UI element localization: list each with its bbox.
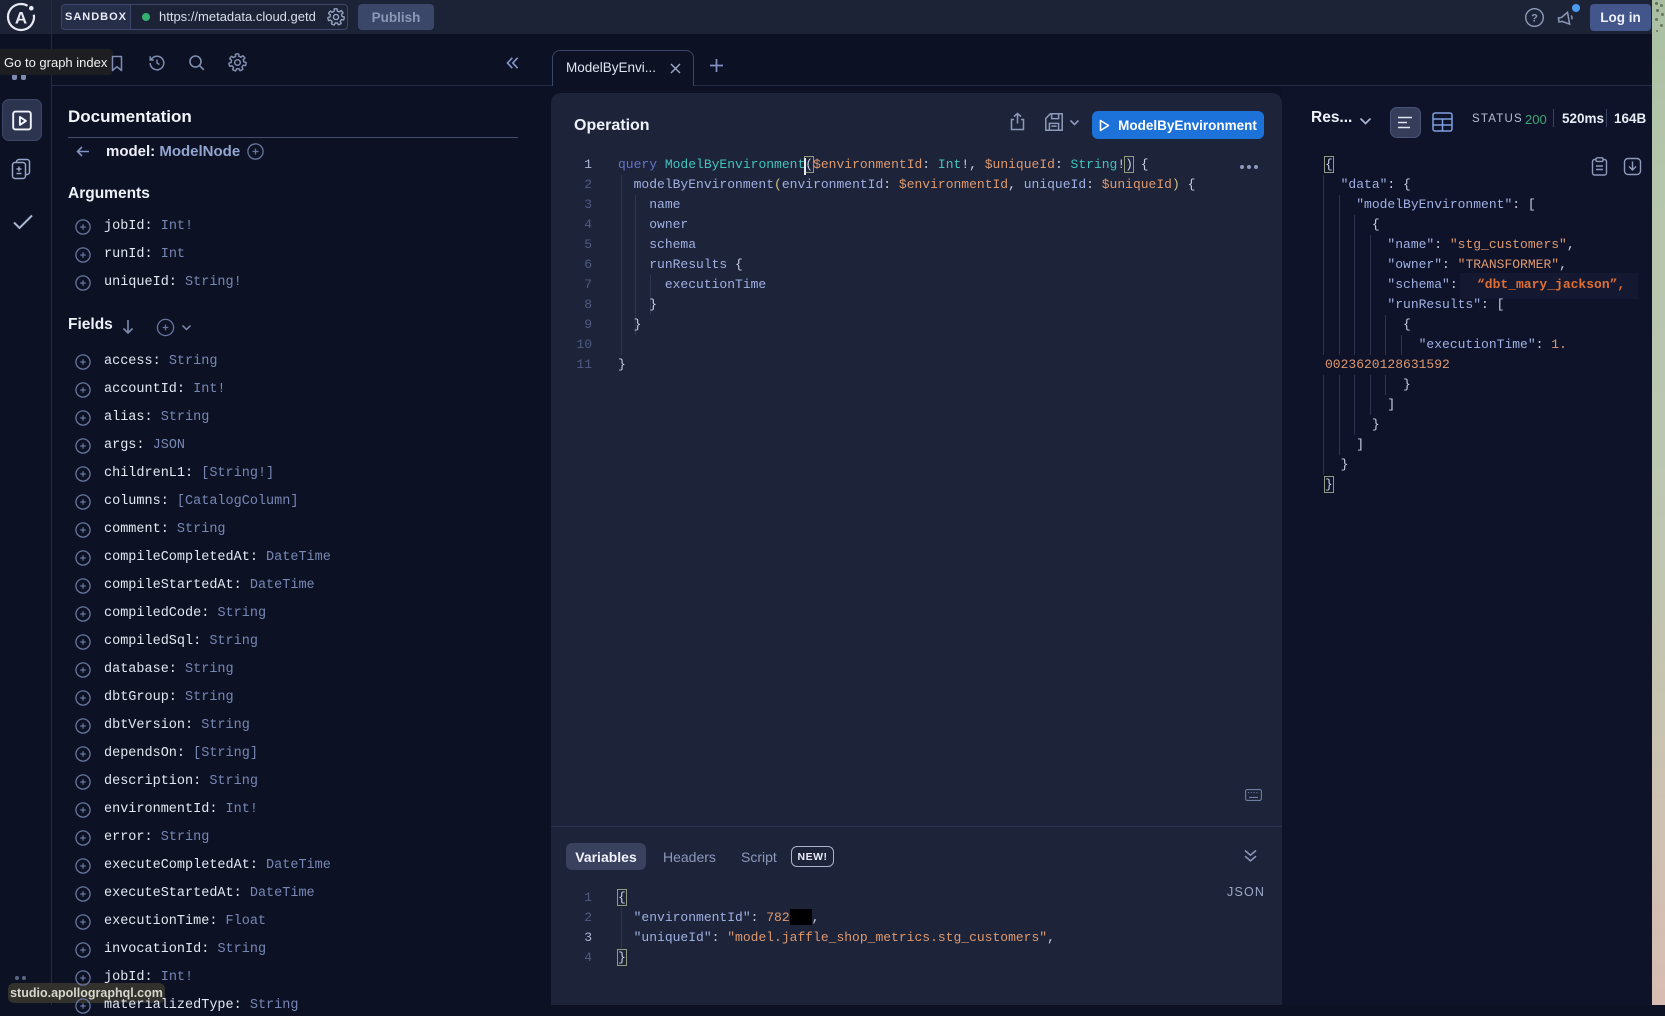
svg-text:?: ? — [1531, 13, 1538, 25]
svg-text:A: A — [15, 9, 27, 28]
